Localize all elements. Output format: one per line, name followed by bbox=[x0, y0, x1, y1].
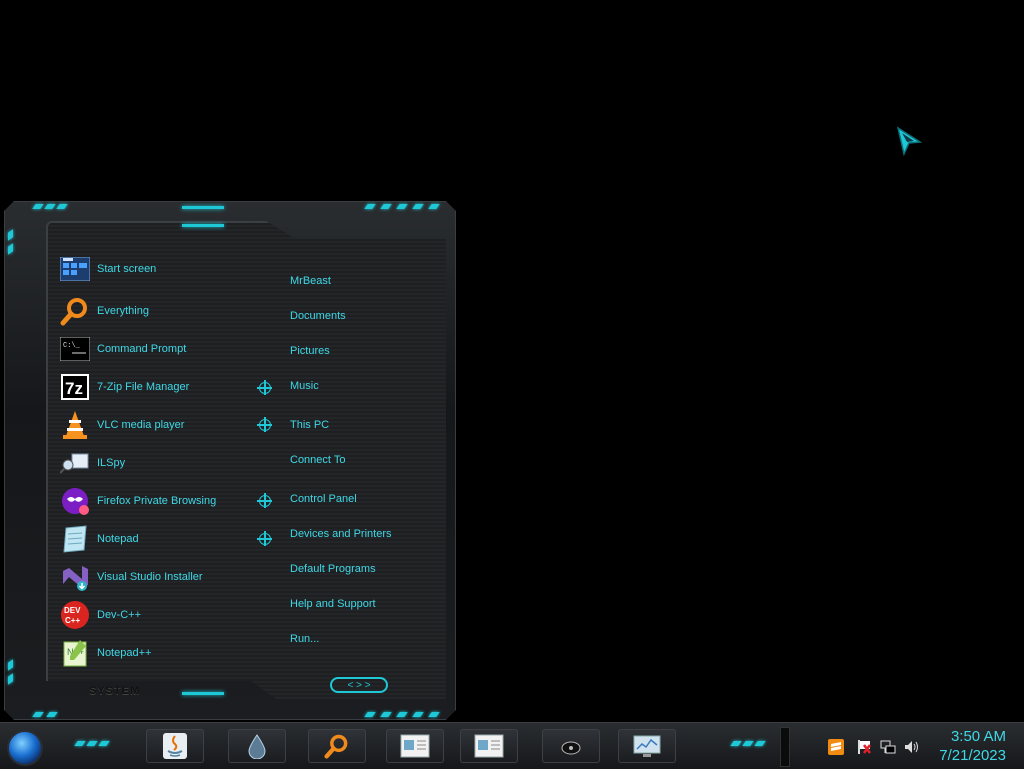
accent-mark bbox=[742, 741, 754, 746]
accent-mark bbox=[730, 741, 742, 746]
devcpp-icon: DEV C++ bbox=[59, 599, 91, 631]
accent-mark bbox=[98, 741, 110, 746]
show-desktop-button[interactable] bbox=[780, 727, 790, 767]
program-label: Start screen bbox=[97, 263, 157, 275]
place-item-documents[interactable]: Documents bbox=[290, 310, 346, 322]
program-item-notepadpp[interactable]: N++ Notepad++ bbox=[59, 635, 151, 671]
jumplist-target-icon[interactable] bbox=[257, 417, 272, 432]
start-orb-button[interactable] bbox=[7, 730, 43, 766]
place-item-run[interactable]: Run... bbox=[290, 633, 319, 645]
program-label: Everything bbox=[97, 305, 149, 317]
taskbar-button-drop[interactable] bbox=[228, 729, 286, 763]
program-label: ILSpy bbox=[97, 457, 126, 469]
program-item-notepad[interactable]: Notepad bbox=[59, 521, 139, 557]
taskbar-button-monitor[interactable] bbox=[618, 729, 676, 763]
shutdown-arrows-button[interactable]: < > > bbox=[330, 677, 388, 693]
firefox-private-icon bbox=[59, 485, 91, 517]
accent-bar bbox=[182, 692, 224, 695]
program-item-everything[interactable]: Everything bbox=[59, 293, 149, 329]
place-item-this-pc[interactable]: This PC bbox=[290, 419, 329, 431]
taskbar: 3:50 AM 7/21/2023 bbox=[0, 722, 1024, 769]
flag-icon[interactable] bbox=[856, 739, 872, 755]
magnifier-icon bbox=[59, 295, 91, 327]
network-icon[interactable] bbox=[880, 739, 896, 755]
program-label: VLC media player bbox=[97, 419, 185, 431]
place-item-connect-to[interactable]: Connect To bbox=[290, 454, 345, 466]
program-item-ilspy[interactable]: ILSpy bbox=[59, 445, 125, 481]
volume-icon[interactable] bbox=[904, 739, 920, 755]
program-item-7zip[interactable]: 7z 7-Zip File Manager bbox=[59, 369, 189, 405]
taskbar-button-window-1[interactable] bbox=[386, 729, 444, 763]
jumplist-target-icon[interactable] bbox=[257, 493, 272, 508]
place-item-control-panel[interactable]: Control Panel bbox=[290, 493, 357, 505]
document-window-icon bbox=[400, 734, 430, 758]
program-label: Firefox Private Browsing bbox=[97, 495, 217, 507]
water-drop-icon bbox=[248, 734, 266, 759]
program-label: Visual Studio Installer bbox=[97, 571, 203, 583]
place-item-devices-printers[interactable]: Devices and Printers bbox=[290, 528, 392, 540]
jumplist-target-icon[interactable] bbox=[257, 531, 272, 546]
mouse-cursor-icon bbox=[896, 126, 922, 156]
clock-date: 7/21/2023 bbox=[939, 747, 1006, 764]
vlc-cone-icon bbox=[59, 409, 91, 441]
cmd-icon: C:\_ bbox=[59, 333, 91, 365]
jumplist-target-icon[interactable] bbox=[257, 380, 272, 395]
disc-icon bbox=[561, 741, 581, 755]
taskbar-button-java[interactable] bbox=[146, 729, 204, 763]
svg-text:DEV: DEV bbox=[64, 606, 81, 615]
magnifier-icon bbox=[324, 734, 348, 759]
monitor-icon bbox=[633, 735, 661, 757]
notepad-icon bbox=[59, 523, 91, 555]
taskbar-button-everything[interactable] bbox=[308, 729, 366, 763]
program-label: Notepad++ bbox=[97, 647, 152, 659]
program-item-firefox-private[interactable]: Firefox Private Browsing bbox=[59, 483, 216, 519]
program-item-vlc[interactable]: VLC media player bbox=[59, 407, 184, 443]
accent-bar bbox=[182, 206, 224, 209]
place-item-pictures[interactable]: Pictures bbox=[290, 345, 330, 357]
program-item-start-screen[interactable]: Start screen bbox=[59, 251, 156, 287]
system-label: SYSTEM bbox=[89, 685, 141, 697]
document-window-icon bbox=[474, 734, 504, 758]
place-item-mrbeast[interactable]: MrBeast bbox=[290, 275, 331, 287]
accent-mark bbox=[754, 741, 766, 746]
place-item-default-programs[interactable]: Default Programs bbox=[290, 563, 376, 575]
clock-time: 3:50 AM bbox=[950, 728, 1006, 745]
notepadpp-icon: N++ bbox=[59, 637, 91, 669]
program-item-command-prompt[interactable]: C:\_ Command Prompt bbox=[59, 331, 186, 367]
program-label: 7-Zip File Manager bbox=[97, 381, 190, 393]
place-item-help-support[interactable]: Help and Support bbox=[290, 598, 376, 610]
accent-bar bbox=[182, 224, 224, 227]
svg-text:C++: C++ bbox=[65, 616, 80, 625]
program-label: Command Prompt bbox=[97, 343, 187, 355]
7zip-icon: 7z bbox=[59, 371, 91, 403]
program-label: Notepad bbox=[97, 533, 139, 545]
program-item-devcpp[interactable]: DEV C++ Dev-C++ bbox=[59, 597, 141, 633]
ilspy-icon bbox=[59, 447, 91, 479]
svg-text:C:\_: C:\_ bbox=[63, 342, 81, 350]
start-screen-icon bbox=[59, 253, 91, 285]
start-menu: Start screen Everything C:\_ Command Pro… bbox=[4, 201, 456, 720]
accent-mark bbox=[86, 741, 98, 746]
sublime-icon[interactable] bbox=[828, 739, 844, 755]
accent-mark bbox=[74, 741, 86, 746]
taskbar-button-disc[interactable] bbox=[542, 729, 600, 763]
java-icon bbox=[163, 733, 187, 759]
system-clock[interactable]: 3:50 AM 7/21/2023 bbox=[939, 727, 1006, 765]
svg-text:7z: 7z bbox=[65, 379, 83, 398]
place-item-music[interactable]: Music bbox=[290, 380, 319, 392]
program-item-vs-installer[interactable]: Visual Studio Installer bbox=[59, 559, 203, 595]
vs-installer-icon bbox=[59, 561, 91, 593]
taskbar-button-window-2[interactable] bbox=[460, 729, 518, 763]
program-label: Dev-C++ bbox=[97, 609, 142, 621]
